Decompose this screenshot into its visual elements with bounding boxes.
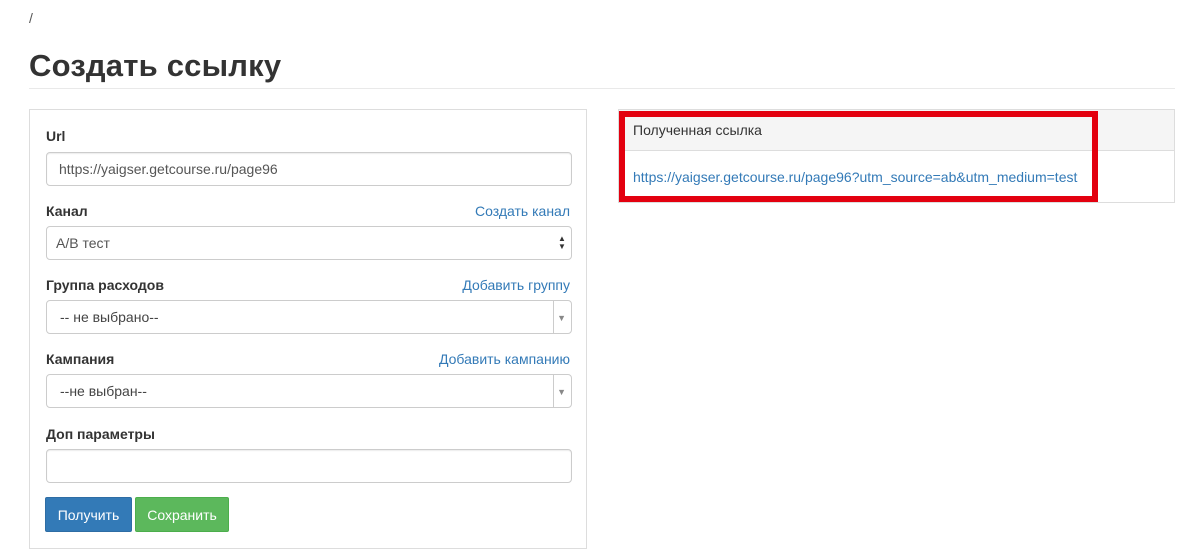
caret-down-icon: ▼ (557, 387, 566, 397)
expense-group-label: Группа расходов (46, 277, 164, 293)
get-button[interactable]: Получить (45, 497, 132, 532)
channel-select-value: A/B тест (56, 235, 110, 251)
url-label: Url (46, 128, 66, 144)
breadcrumb: / (29, 10, 33, 26)
url-input[interactable] (46, 152, 572, 186)
save-button[interactable]: Сохранить (135, 497, 229, 532)
add-campaign-link[interactable]: Добавить кампанию (439, 351, 570, 367)
create-channel-link[interactable]: Создать канал (475, 203, 570, 219)
link-form-panel: Url Канал Создать канал A/B тест ▲▼ Груп… (29, 109, 587, 549)
channel-label: Канал (46, 203, 88, 219)
extra-params-input[interactable] (46, 449, 572, 483)
add-group-link[interactable]: Добавить группу (462, 277, 570, 293)
result-link[interactable]: https://yaigser.getcourse.ru/page96?utm_… (633, 169, 1077, 185)
campaign-label: Кампания (46, 351, 115, 367)
result-panel: Полученная ссылка https://yaigser.getcou… (618, 109, 1175, 203)
channel-select[interactable]: A/B тест ▲ ▼ (46, 226, 572, 260)
select-divider (553, 301, 554, 333)
expense-group-select-value: -- не выбрано-- (60, 309, 159, 325)
up-down-arrows-icon: ▲ ▼ (558, 234, 566, 251)
result-header: Полученная ссылка (619, 110, 1174, 151)
caret-down-icon: ▼ (557, 313, 566, 323)
select-divider (553, 375, 554, 407)
expense-group-select[interactable]: -- не выбрано-- ▼ (46, 300, 572, 334)
extra-params-label: Доп параметры (46, 426, 155, 442)
page-title: Создать ссылку (29, 48, 282, 83)
campaign-select-value: --не выбран-- (60, 383, 147, 399)
title-divider (29, 88, 1175, 89)
campaign-select[interactable]: --не выбран-- ▼ (46, 374, 572, 408)
